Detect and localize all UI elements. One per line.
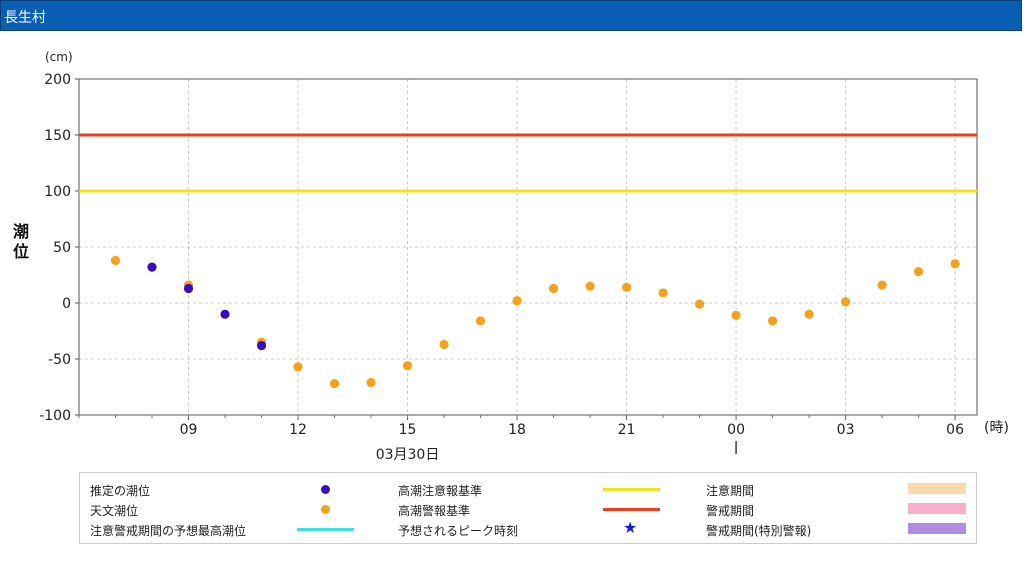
x-tick-label: 21 (618, 422, 636, 438)
data-point (147, 262, 157, 272)
x-tick-label: 15 (399, 422, 417, 438)
y-tick-label: -100 (39, 408, 71, 424)
legend-label-warning-standard: 高潮警報基準 (398, 504, 471, 518)
legend-marker-astronomical-tide (321, 505, 330, 514)
legend-marker-special-warning-period (908, 523, 966, 534)
legend-marker-advisory-standard (603, 488, 660, 491)
legend-marker-forecast-max-tide (297, 528, 354, 531)
x-tick-label: 09 (180, 422, 198, 438)
y-tick-label: 100 (44, 184, 71, 200)
data-point (840, 297, 851, 307)
legend-marker-warning-period (908, 503, 966, 514)
data-point (621, 282, 632, 292)
data-point (731, 310, 741, 320)
data-point (220, 309, 230, 319)
y-unit-label: (cm) (45, 50, 73, 64)
legend-label-advisory-standard: 高潮注意報基準 (398, 484, 483, 498)
window-title: 長生村 (4, 10, 46, 26)
chart-legend: 推定の潮位 高潮注意報基準 注意期間 天文潮位 高潮警報基準 警戒期間 注意警戒… (79, 472, 977, 544)
data-point (658, 288, 668, 298)
legend-label-forecast-max-tide: 注意警戒期間の予想最高潮位 (90, 524, 247, 538)
data-point (694, 299, 705, 309)
tide-chart: 200 150 100 50 0 -50 -100 09 12 15 18 21 00 03 06 (cm) (… (13, 50, 1009, 463)
x-unit-label: (時) (984, 420, 1009, 436)
data-point (402, 361, 413, 371)
data-point (475, 316, 486, 326)
legend-marker-caution-period (908, 483, 966, 494)
title-bar: 長生村 (0, 0, 1022, 31)
data-point (439, 339, 449, 350)
data-point (366, 377, 376, 388)
y-tick-label: 150 (44, 128, 71, 144)
legend-label-warning-period: 警戒期間 (706, 504, 755, 518)
data-point (110, 255, 121, 266)
y-axis-title-char: 位 (13, 242, 29, 261)
star-icon: ★ (623, 518, 638, 537)
data-point (913, 267, 924, 277)
y-tick-label: 0 (62, 296, 71, 312)
legend-marker-estimated-tide (321, 485, 330, 494)
data-point (293, 362, 303, 372)
legend-label-astronomical-tide: 天文潮位 (90, 504, 139, 518)
x-tick-label: 18 (508, 422, 526, 438)
y-tick-label: -50 (48, 352, 71, 368)
data-point (329, 379, 340, 389)
data-point (585, 281, 595, 291)
legend-label-special-warning-period: 警戒期間(特別警報) (706, 524, 812, 538)
legend-label-estimated-tide: 推定の潮位 (90, 484, 151, 498)
data-point (183, 283, 194, 294)
data-point (256, 340, 267, 351)
legend-marker-warning-standard (603, 508, 660, 511)
data-point (548, 283, 559, 294)
x-tick-label: 03 (837, 422, 855, 438)
data-point (877, 280, 887, 290)
y-axis-title-char: 潮 (13, 222, 29, 241)
y-tick-label: 50 (53, 240, 71, 256)
x-tick-label: 12 (289, 422, 307, 438)
date-label: 03月30日 (376, 447, 440, 463)
data-point (950, 259, 960, 269)
legend-label-peak-time: 予想されるピーク時刻 (398, 524, 519, 538)
data-point (804, 309, 814, 319)
y-tick-label: 200 (44, 72, 71, 88)
legend-label-caution-period: 注意期間 (706, 484, 755, 498)
x-tick-label: 00 (727, 422, 745, 438)
data-point (767, 316, 778, 326)
x-tick-label: 06 (946, 422, 964, 438)
data-point (512, 296, 522, 306)
